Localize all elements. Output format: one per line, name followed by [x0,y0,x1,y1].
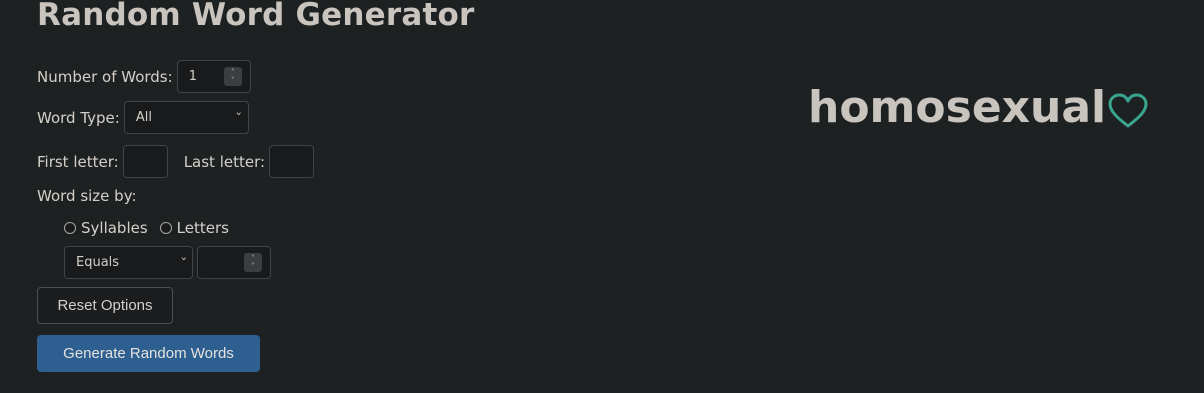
letters-radio-label[interactable]: Letters [177,219,229,237]
number-of-words-value: 1 [188,69,197,84]
word-type-select[interactable]: All ˅ [123,101,249,134]
word-type-row: Word Type: All ˅ [37,101,249,134]
size-comparison-value: Equals [76,255,120,270]
chevron-down-icon[interactable]: ˅ [251,262,255,271]
word-type-label: Word Type: [37,108,120,127]
last-letter-input[interactable] [269,145,315,178]
reset-options-button[interactable]: Reset Options [37,287,173,324]
heart-outline-icon[interactable] [1107,92,1149,130]
number-stepper[interactable]: ˄ ˅ [223,67,242,86]
size-type-radios: Syllables Letters [64,219,229,237]
word-type-value: All [135,110,152,125]
last-letter-label: Last letter: [183,152,266,171]
size-stepper[interactable]: ˄ ˅ [244,253,262,272]
size-value-input[interactable]: ˄ ˅ [197,246,271,279]
syllables-radio[interactable] [64,222,76,234]
number-of-words-label: Number of Words: [37,67,173,86]
generated-word: homosexual [808,82,1107,133]
letters-radio[interactable] [159,222,172,234]
letters-row: First letter: Last letter: [37,145,315,178]
page-title: Random Word Generator [37,0,475,33]
chevron-down-icon: ˅ [179,256,187,269]
first-letter-input[interactable] [122,145,168,178]
chevron-down-icon[interactable]: ˅ [231,76,235,85]
page: Random Word Generator Number of Words: 1… [0,0,1204,393]
word-size-row: Word size by: [37,187,137,205]
first-letter-label: First letter: [37,152,119,171]
number-of-words-input[interactable]: 1 ˄ ˅ [176,60,251,93]
number-of-words-row: Number of Words: 1 ˄ ˅ [37,60,251,93]
syllables-label[interactable]: Syllables [81,219,148,237]
generate-random-words-button[interactable]: Generate Random Words [37,335,260,372]
size-filter-row: Equals ˅ ˄ ˅ [64,246,271,279]
size-comparison-select[interactable]: Equals ˅ [64,246,193,279]
chevron-down-icon: ˅ [235,111,243,124]
word-size-label: Word size by: [37,187,137,205]
